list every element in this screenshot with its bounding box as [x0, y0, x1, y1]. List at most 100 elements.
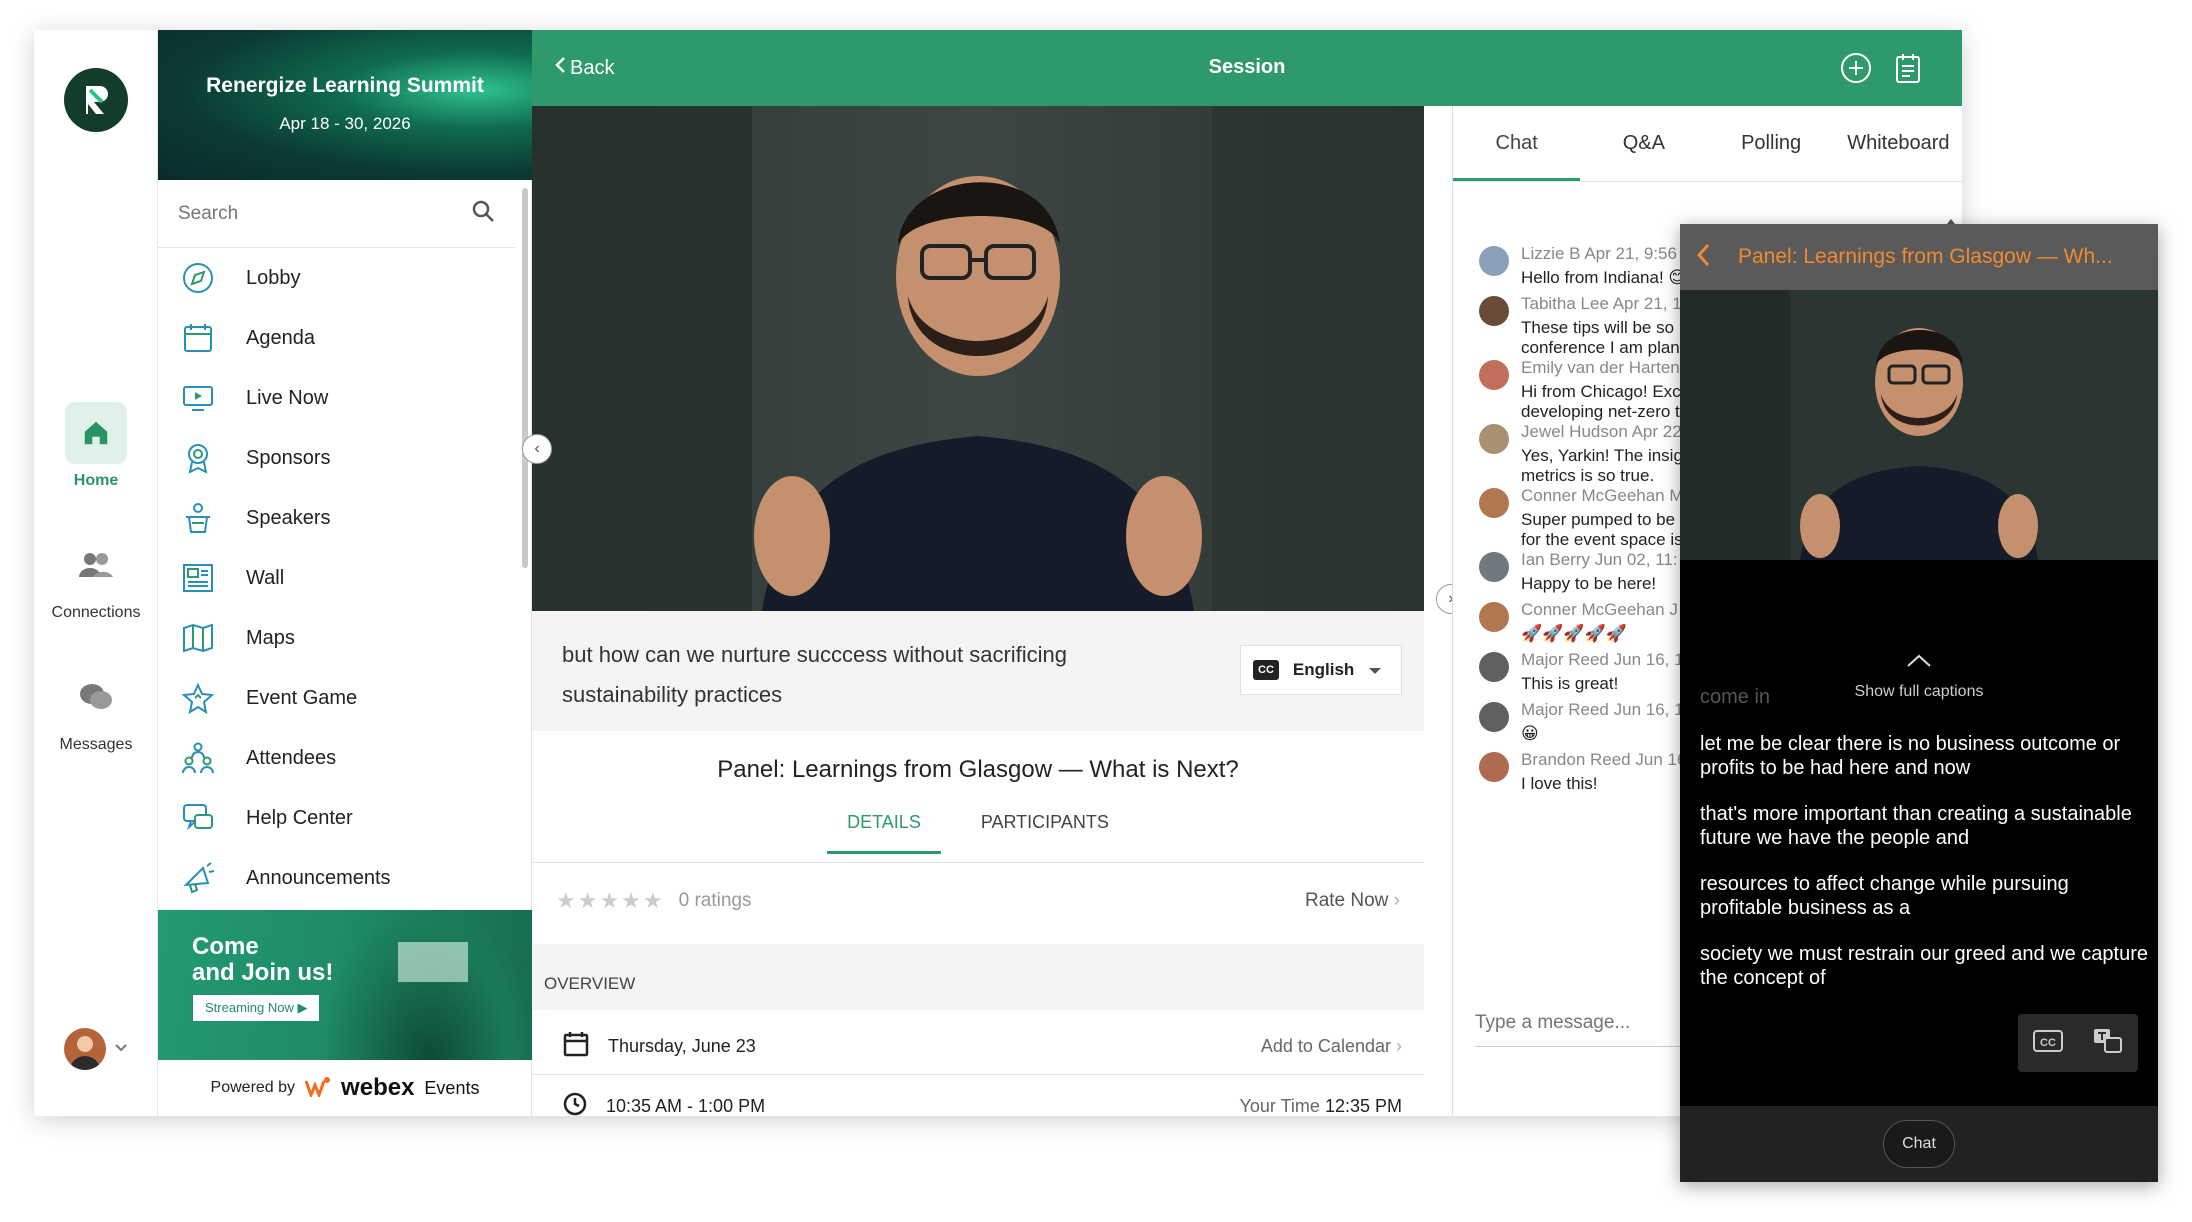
avatar[interactable]: [1479, 652, 1509, 682]
message-meta: Tabitha Lee Apr 21, 1: [1521, 294, 1682, 314]
nav-item-attendees[interactable]: Attendees: [158, 728, 531, 788]
search-input[interactable]: [178, 202, 428, 225]
star-rating-icon[interactable]: ★★★★★: [556, 888, 665, 914]
message-time: J: [1669, 600, 1678, 619]
tab-chat[interactable]: Chat: [1453, 106, 1581, 181]
promo-banner[interactable]: Come and Join us! Streaming Now ▶: [158, 910, 532, 1060]
calendar-icon: [562, 1030, 590, 1063]
nav-item-wall[interactable]: Wall: [158, 548, 531, 608]
svg-text:CC: CC: [2040, 1037, 2056, 1049]
avatar[interactable]: [1479, 424, 1509, 454]
translate-icon[interactable]: [2093, 1028, 2123, 1059]
show-full-captions-button[interactable]: Show full captions: [1680, 654, 2158, 701]
app-window: Home Connections Messages Renergize Lear…: [34, 30, 1962, 1116]
chevron-left-icon[interactable]: [1696, 243, 1710, 272]
avatar[interactable]: [1479, 488, 1509, 518]
promo-title: Come and Join us!: [192, 933, 334, 986]
crowd-image: [328, 910, 532, 1060]
pip-video-player[interactable]: [1680, 290, 2158, 560]
avatar[interactable]: [1479, 360, 1509, 390]
stage-screen-image: [398, 942, 468, 982]
message-meta: Jewel Hudson Apr 22: [1521, 422, 1683, 442]
message-time: Jun 16, 1: [1613, 700, 1684, 719]
avatar[interactable]: [1479, 602, 1509, 632]
rail-item-messages[interactable]: Messages: [34, 666, 158, 754]
tab-polling[interactable]: Polling: [1708, 106, 1835, 181]
nav-label: Attendees: [246, 746, 337, 769]
caption-line: resources to affect change while pursuin…: [1700, 873, 2069, 919]
event-banner: Renergize Learning Summit Apr 18 - 30, 2…: [158, 30, 532, 180]
nav-item-help-center[interactable]: Help Center: [158, 788, 531, 848]
tab-whiteboard[interactable]: Whiteboard: [1835, 106, 1962, 181]
message-author: Conner McGeehan: [1521, 486, 1665, 505]
nav-label: Event Game: [246, 686, 358, 709]
message-body: I love this!: [1521, 774, 1598, 793]
clock-icon: [562, 1091, 588, 1122]
nav-item-speakers[interactable]: Speakers: [158, 488, 531, 548]
divider: [532, 1074, 1424, 1075]
rail-label: Messages: [59, 736, 133, 753]
message-meta: Emily van der Harten: [1521, 358, 1681, 378]
cc-icon: CC: [1253, 660, 1279, 680]
streaming-now-button[interactable]: Streaming Now ▶: [192, 994, 321, 1022]
chevron-right-icon: ›: [1396, 1036, 1402, 1056]
ratings-count: 0 ratings: [678, 890, 752, 911]
message-body: Super pumped to be for the event space i…: [1521, 510, 1683, 549]
session-title: Panel: Learnings from Glasgow — What is …: [717, 756, 1239, 783]
tab-participants[interactable]: PARTICIPANTS: [961, 806, 1129, 854]
nav-item-event-game[interactable]: Event Game: [158, 668, 531, 728]
rate-now-link[interactable]: Rate Now ›: [1305, 890, 1400, 912]
avatar[interactable]: [1479, 702, 1509, 732]
session-main: ‹ but how can we nurture succcess withou…: [522, 106, 1424, 1116]
add-to-calendar-link[interactable]: Add to Calendar ›: [1261, 1036, 1402, 1057]
nav-item-live-now[interactable]: Live Now: [158, 368, 531, 428]
nav-item-maps[interactable]: Maps: [158, 608, 531, 668]
nav-scrollbar[interactable]: [522, 188, 528, 568]
video-player[interactable]: [532, 106, 1424, 611]
wall-icon: [178, 558, 218, 598]
message-time: Apr 21, 1: [1612, 294, 1682, 313]
avatar[interactable]: [1479, 752, 1509, 782]
powered-by-label: Powered by: [210, 1079, 296, 1096]
search-icon[interactable]: [471, 199, 495, 228]
notes-icon[interactable]: [1894, 52, 1922, 89]
message-author: Conner McGeehan: [1521, 600, 1665, 619]
chevron-down-icon[interactable]: [114, 1040, 128, 1058]
collapse-left-button[interactable]: ‹: [522, 434, 552, 464]
user-avatar[interactable]: [64, 1028, 106, 1070]
tab-details[interactable]: DETAILS: [827, 806, 941, 854]
nav-item-sponsors[interactable]: Sponsors: [158, 428, 531, 488]
live-screen-icon: [178, 378, 218, 418]
avatar[interactable]: [1479, 552, 1509, 582]
message-body: 🚀🚀🚀🚀🚀: [1521, 624, 1627, 643]
side-nav: Renergize Learning Summit Apr 18 - 30, 2…: [158, 30, 532, 1116]
nav-item-agenda[interactable]: Agenda: [158, 308, 531, 368]
rail-item-home[interactable]: Home: [34, 402, 158, 490]
cc-icon[interactable]: CC: [2033, 1029, 2063, 1058]
app-logo[interactable]: [64, 68, 128, 132]
attendees-icon: [178, 738, 218, 778]
pip-chat-button[interactable]: Chat: [1883, 1120, 1955, 1168]
tab-qa[interactable]: Q&A: [1580, 106, 1707, 181]
nav-item-announcements[interactable]: Announcements: [158, 848, 531, 908]
logo-r-icon: [86, 86, 108, 114]
rail-item-connections[interactable]: Connections: [34, 534, 158, 622]
add-circle-icon[interactable]: [1840, 52, 1872, 89]
message-time: Jun 16, 1: [1613, 650, 1684, 669]
nav-label: Speakers: [246, 506, 331, 529]
language-select[interactable]: CC English: [1240, 645, 1402, 695]
calendar-icon: [178, 318, 218, 358]
avatar[interactable]: [1479, 246, 1509, 276]
rating-row: ★★★★★ 0 ratings Rate Now ›: [556, 888, 1400, 914]
connections-icon: [65, 534, 127, 596]
session-header: Back Session: [532, 30, 1962, 106]
nav-label: Live Now: [246, 386, 329, 409]
overview-label: OVERVIEW: [544, 974, 636, 993]
message-body: Hi from Chicago! Exc developing net-zero…: [1521, 382, 1681, 421]
message-meta: Brandon Reed Jun 16: [1521, 750, 1686, 770]
message-author: Major Reed: [1521, 700, 1609, 719]
star-icon: [178, 678, 218, 718]
avatar[interactable]: [1479, 296, 1509, 326]
nav-item-lobby[interactable]: Lobby: [158, 248, 531, 308]
live-caption: but how can we nurture succcess without …: [562, 642, 1068, 707]
